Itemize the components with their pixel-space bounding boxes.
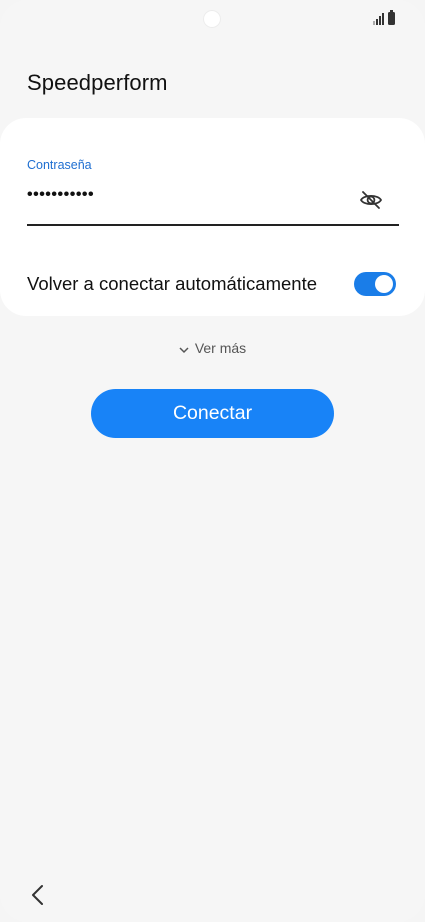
chevron-down-icon [179, 341, 189, 357]
see-more-label: Ver más [194, 340, 247, 356]
password-underline [27, 224, 399, 226]
toggle-knob [375, 275, 393, 293]
battery-icon [388, 10, 395, 25]
password-label: Contraseña [27, 158, 92, 172]
auto-reconnect-label: Volver a conectar automáticamente [27, 273, 317, 294]
password-card: Contraseña ••••••••••• Volver a conectar… [0, 118, 425, 316]
password-input[interactable]: ••••••••••• [27, 186, 94, 204]
status-bar [0, 0, 425, 38]
front-camera [203, 10, 221, 28]
auto-reconnect-row[interactable]: Volver a conectar automáticamente [27, 268, 399, 302]
wifi-password-screen: Speedperform Contraseña ••••••••••• Volv… [0, 0, 425, 922]
connect-button[interactable]: Conectar [91, 389, 334, 438]
auto-reconnect-toggle[interactable] [354, 272, 396, 296]
signal-icon [373, 13, 384, 25]
status-icons [373, 10, 395, 25]
page-title: Speedperform [27, 70, 168, 95]
see-more-link[interactable]: Ver más [0, 340, 425, 357]
chevron-left-icon[interactable] [24, 880, 50, 910]
eye-off-icon[interactable] [358, 188, 384, 212]
